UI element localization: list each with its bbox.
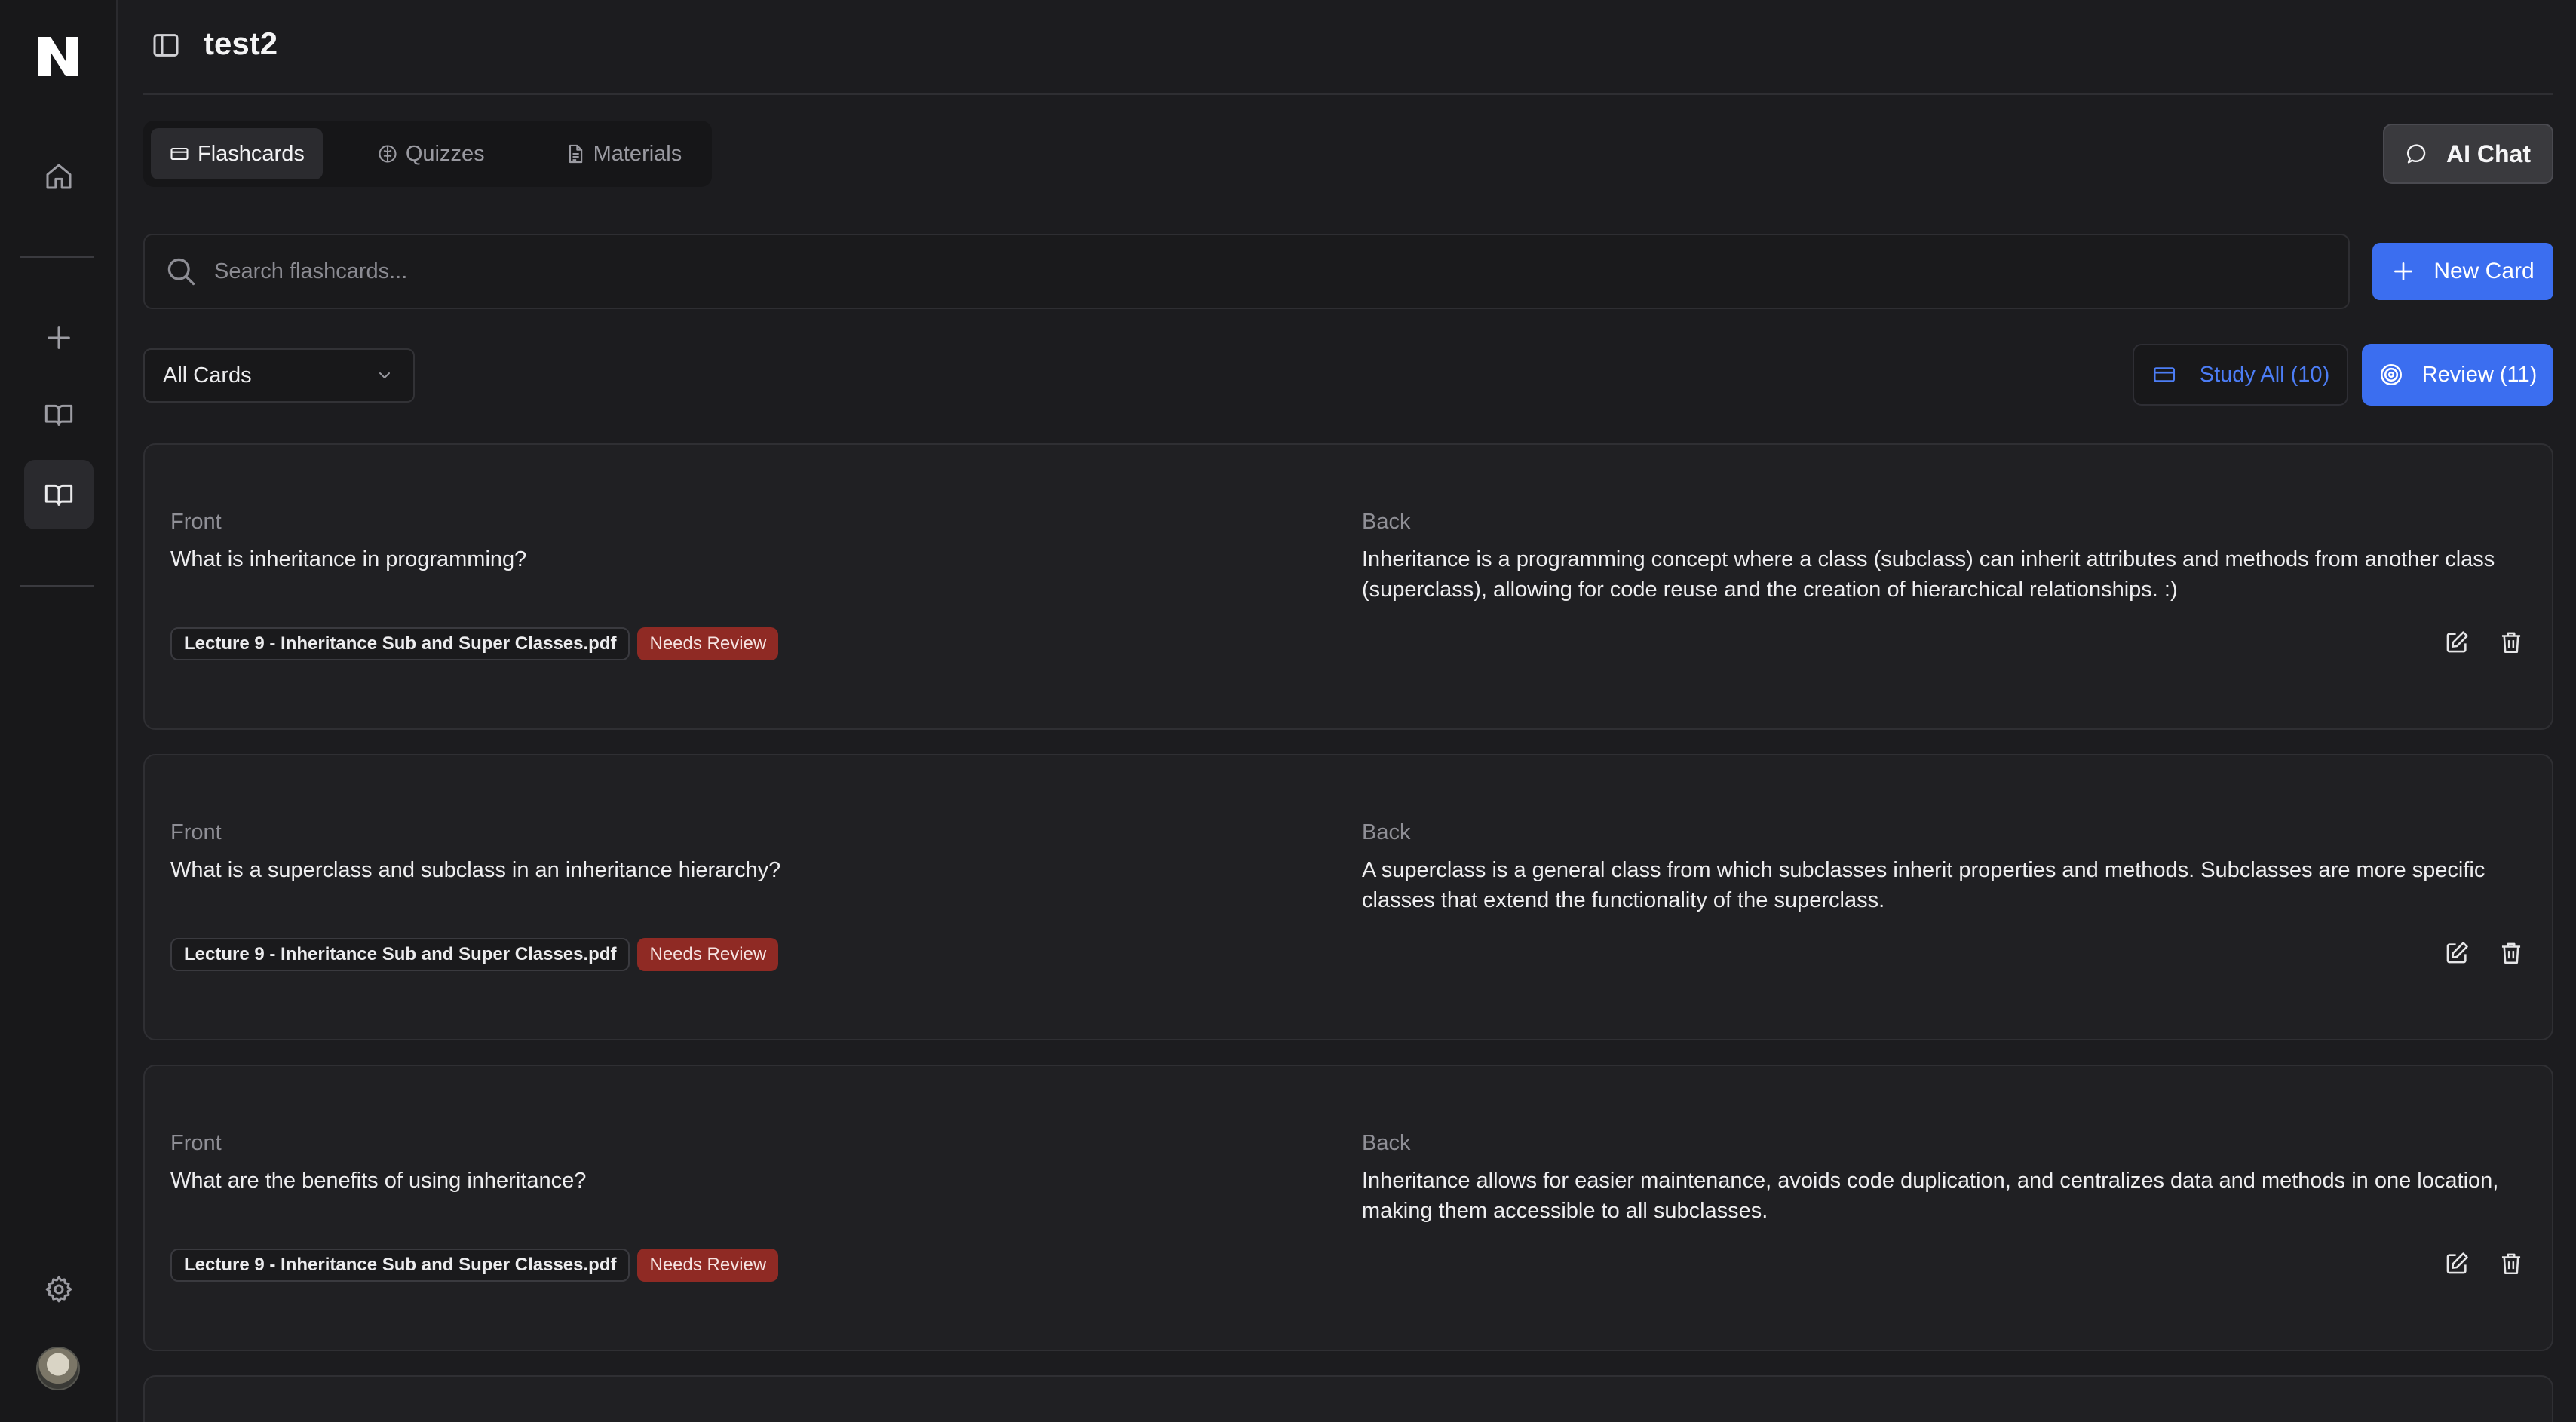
source-file-badge: Lecture 9 - Inheritance Sub and Super Cl… [170, 627, 630, 660]
logo-n-icon [38, 37, 78, 76]
flashcard[interactable] [143, 1375, 2553, 1422]
ai-chat-label: AI Chat [2446, 139, 2531, 167]
tab-materials[interactable]: Materials [547, 128, 701, 179]
status-badge: Needs Review [637, 938, 779, 971]
study-all-button[interactable]: Study All (10) [2133, 344, 2348, 406]
card-tags: Lecture 9 - Inheritance Sub and Super Cl… [170, 938, 779, 971]
back-text: A superclass is a general class from whi… [1362, 858, 2486, 912]
app-logo[interactable] [32, 30, 84, 83]
status-badge: Needs Review [637, 1249, 779, 1282]
tab-flashcards[interactable]: Flashcards [151, 128, 323, 179]
delete-button[interactable] [2498, 939, 2525, 967]
sidebar-item-add[interactable] [24, 303, 94, 372]
plus-icon [2394, 262, 2413, 280]
new-card-label: New Card [2433, 259, 2535, 283]
book-open-icon [44, 404, 73, 426]
sidebar-panel-icon [153, 34, 179, 57]
delete-button[interactable] [2498, 1250, 2525, 1277]
back-text: Inheritance allows for easier maintenanc… [1362, 1169, 2499, 1223]
new-card-button[interactable]: New Card [2372, 243, 2553, 300]
review-button[interactable]: Review (11) [2362, 344, 2553, 406]
header: test2 [143, 0, 2553, 95]
card-tags: Lecture 9 - Inheritance Sub and Super Cl… [170, 1249, 779, 1282]
tab-label: Flashcards [198, 141, 305, 166]
search-icon [167, 258, 195, 286]
edit-button[interactable] [2443, 939, 2470, 967]
tab-bar: Flashcards Quizzes Materials [143, 121, 712, 187]
front-text: What is inheritance in programming? [170, 547, 527, 572]
sidebar-item-home[interactable] [24, 142, 94, 211]
card-tags: Lecture 9 - Inheritance Sub and Super Cl… [170, 627, 779, 660]
brain-icon [379, 145, 397, 163]
edit-button[interactable] [2443, 1250, 2470, 1277]
edit-icon [2446, 1252, 2468, 1274]
search-input[interactable] [214, 259, 2348, 284]
card-actions [2443, 629, 2525, 656]
sidebar-toggle-button[interactable] [148, 29, 184, 62]
edit-icon [2446, 631, 2468, 653]
tab-label: Quizzes [405, 141, 485, 166]
review-label: Review (11) [2421, 362, 2538, 387]
sidebar-divider [20, 585, 94, 587]
filter-selected-value: All Cards [163, 363, 252, 388]
document-icon [569, 144, 582, 164]
tab-label: Materials [593, 141, 682, 166]
front-label: Front [170, 510, 222, 534]
card-icon [2153, 367, 2175, 382]
trash-icon [2501, 1253, 2521, 1275]
delete-button[interactable] [2498, 629, 2525, 656]
front-text: What are the benefits of using inheritan… [170, 1169, 587, 1193]
card-actions [2443, 1250, 2525, 1277]
status-badge: Needs Review [637, 627, 779, 660]
trash-icon [2501, 942, 2521, 964]
tab-quizzes[interactable]: Quizzes [359, 128, 503, 179]
app: test2 Flashcards Quizzes Materials AI Ch… [0, 0, 2576, 1422]
sidebar-item-library[interactable] [24, 380, 94, 449]
source-file-badge: Lecture 9 - Inheritance Sub and Super Cl… [170, 1249, 630, 1282]
back-label: Back [1362, 1131, 1411, 1155]
card-icon [170, 147, 189, 161]
trash-icon [2501, 632, 2521, 654]
front-label: Front [170, 1131, 222, 1155]
ai-chat-button[interactable]: AI Chat [2383, 124, 2553, 184]
back-label: Back [1362, 820, 1411, 844]
avatar[interactable] [36, 1347, 80, 1390]
sidebar-item-flashcards[interactable] [24, 460, 94, 529]
page-title: test2 [204, 26, 278, 61]
sidebar-item-settings[interactable] [24, 1255, 94, 1324]
sidebar-divider [20, 256, 94, 258]
edit-button[interactable] [2443, 629, 2470, 656]
flashcard[interactable]: Front What is inheritance in programming… [143, 443, 2553, 730]
back-text: Inheritance is a programming concept whe… [1362, 547, 2495, 602]
study-all-label: Study All (10) [2199, 362, 2330, 387]
card-filter-select[interactable]: All Cards [143, 348, 415, 403]
front-label: Front [170, 820, 222, 844]
sidebar [0, 0, 118, 1422]
chat-bubble-icon [2406, 144, 2426, 164]
flashcard[interactable]: Front What is a superclass and subclass … [143, 754, 2553, 1040]
card-actions [2443, 939, 2525, 967]
chevron-down-icon [379, 372, 390, 378]
flashcard[interactable]: Front What are the benefits of using inh… [143, 1065, 2553, 1351]
plus-icon [48, 326, 70, 349]
search-bar[interactable] [143, 234, 2350, 309]
back-label: Back [1362, 510, 1411, 534]
gear-icon [45, 1276, 72, 1303]
book-open-icon [44, 484, 73, 506]
source-file-badge: Lecture 9 - Inheritance Sub and Super Cl… [170, 938, 630, 971]
front-text: What is a superclass and subclass in an … [170, 858, 781, 882]
edit-icon [2446, 942, 2468, 964]
target-icon [2380, 363, 2402, 386]
home-icon [46, 164, 72, 189]
